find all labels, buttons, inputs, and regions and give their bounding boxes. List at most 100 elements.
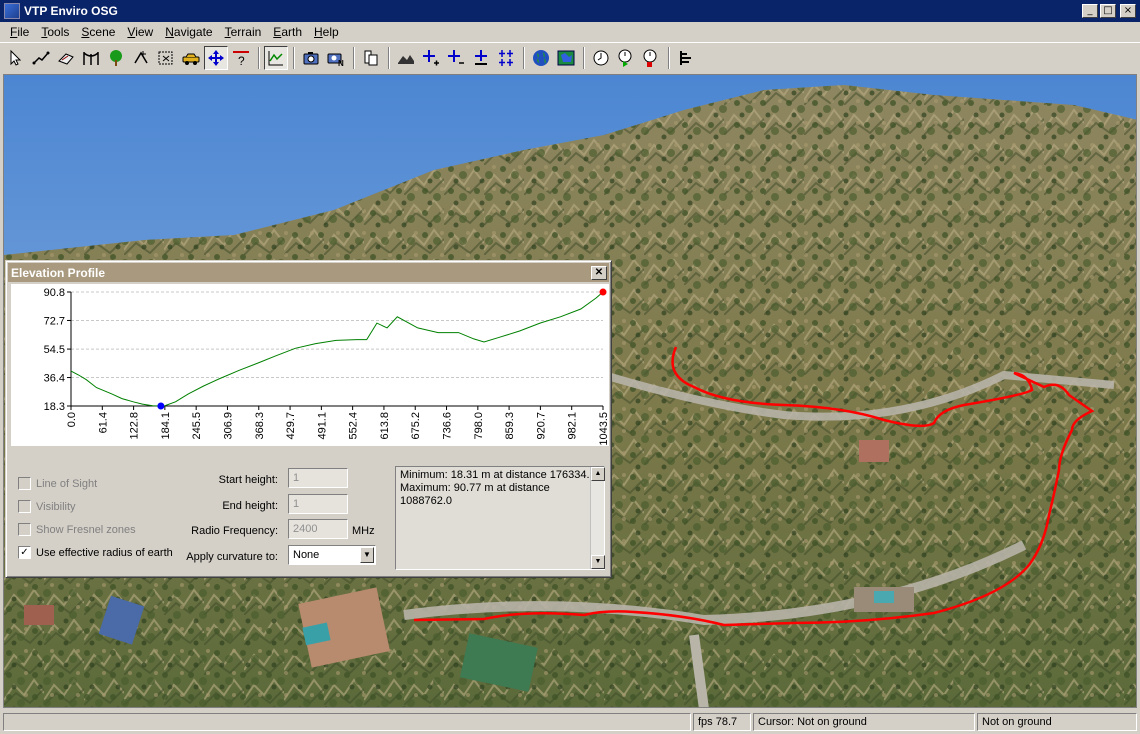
fence-icon[interactable] bbox=[54, 46, 78, 70]
menu-file[interactable]: File bbox=[4, 25, 35, 39]
app-icon bbox=[4, 3, 20, 19]
result-line-3: 1088762.0 bbox=[400, 495, 452, 507]
dialog-close-button[interactable]: ✕ bbox=[591, 265, 607, 280]
options-icon[interactable] bbox=[674, 46, 698, 70]
max-marker bbox=[599, 288, 607, 296]
chevron-down-icon[interactable]: ▼ bbox=[360, 547, 374, 563]
select-arrow-icon[interactable] bbox=[4, 46, 28, 70]
line-of-sight-option[interactable]: Line of Sight bbox=[18, 477, 97, 490]
menu-earth[interactable]: Earth bbox=[267, 25, 308, 39]
earth-radius-label: Use effective radius of earth bbox=[36, 546, 173, 559]
curvature-label: Apply curvature to: bbox=[186, 551, 278, 563]
elevation-profile-icon[interactable] bbox=[264, 45, 288, 70]
x-tick-label: 184.1 bbox=[160, 412, 172, 440]
fresnel-checkbox[interactable] bbox=[18, 523, 31, 536]
y-tick-label: 54.5 bbox=[44, 344, 65, 356]
zoom-in-icon[interactable] bbox=[419, 46, 443, 70]
elevation-profile-dialog: Elevation Profile ✕ 18.3 36.4 54.5 72.7 90.8… bbox=[5, 260, 612, 578]
status-bar: fps 78.7 Cursor: Not on ground Not on gr… bbox=[0, 711, 1140, 734]
menu-scene[interactable]: Scene bbox=[75, 25, 121, 39]
curvature-value: None bbox=[293, 549, 320, 561]
select-box-icon[interactable] bbox=[154, 46, 178, 70]
move-icon[interactable] bbox=[204, 45, 228, 70]
earth-radius-option[interactable]: ✓ Use effective radius of earth bbox=[18, 546, 173, 559]
end-height-field[interactable]: 1 bbox=[288, 494, 348, 514]
dialog-title: Elevation Profile bbox=[11, 265, 106, 280]
visibility-label: Visibility bbox=[36, 500, 76, 513]
menu-view[interactable]: View bbox=[121, 25, 159, 39]
line-of-sight-checkbox[interactable] bbox=[18, 477, 31, 490]
line-of-sight-label: Line of Sight bbox=[36, 477, 98, 490]
x-tick-label: 675.2 bbox=[410, 412, 422, 440]
route-icon[interactable] bbox=[79, 46, 103, 70]
zoom-out-icon[interactable] bbox=[444, 46, 468, 70]
status-cursor: Cursor: Not on ground bbox=[753, 713, 975, 731]
svg-text:N: N bbox=[338, 59, 344, 67]
x-tick-label: 552.4 bbox=[348, 412, 360, 440]
results-textbox[interactable]: Minimum: 18.31 m at distance 176334.3 Ma… bbox=[395, 466, 605, 570]
instance-icon[interactable]: ? bbox=[229, 46, 253, 70]
scroll-down-icon[interactable]: ▼ bbox=[591, 555, 605, 569]
x-tick-label: 61.4 bbox=[97, 412, 109, 433]
add-point-icon[interactable] bbox=[129, 46, 153, 70]
plant-tree-icon[interactable] bbox=[104, 46, 128, 70]
y-tick-label: 36.4 bbox=[44, 373, 65, 385]
menu-navigate[interactable]: Navigate bbox=[159, 25, 218, 39]
measure-distance-icon[interactable] bbox=[29, 46, 53, 70]
time-stop-icon[interactable] bbox=[639, 46, 663, 70]
x-tick-label: 306.9 bbox=[222, 412, 234, 440]
status-fps: fps 78.7 bbox=[693, 713, 751, 731]
snapshot-icon[interactable] bbox=[299, 46, 323, 70]
center-icon[interactable] bbox=[469, 46, 493, 70]
start-height-field[interactable]: 1 bbox=[288, 468, 348, 488]
minimize-button[interactable]: _ bbox=[1082, 4, 1098, 18]
toolbar: ? N bbox=[0, 42, 1140, 72]
x-tick-label: 245.5 bbox=[191, 412, 203, 440]
x-tick-label: 122.8 bbox=[129, 412, 141, 440]
x-tick-label: 982.1 bbox=[567, 412, 579, 440]
x-tick-label: 0.0 bbox=[66, 412, 78, 427]
menu-tools[interactable]: Tools bbox=[35, 25, 75, 39]
spread-icon[interactable] bbox=[494, 46, 518, 70]
terrain-flat-icon[interactable] bbox=[394, 46, 418, 70]
fresnel-option[interactable]: Show Fresnel zones bbox=[18, 523, 136, 536]
layers-icon[interactable] bbox=[359, 46, 383, 70]
visibility-option[interactable]: Visibility bbox=[18, 500, 76, 513]
x-tick-label: 798.0 bbox=[473, 412, 485, 440]
menu-help[interactable]: Help bbox=[308, 25, 345, 39]
earth-radius-checkbox[interactable]: ✓ bbox=[18, 546, 31, 559]
svg-text:?: ? bbox=[238, 54, 245, 67]
curvature-select[interactable]: None ▼ bbox=[288, 545, 376, 565]
window-title: VTP Enviro OSG bbox=[24, 4, 118, 18]
status-main bbox=[3, 713, 691, 731]
menu-terrain[interactable]: Terrain bbox=[219, 25, 268, 39]
y-tick-label: 18.3 bbox=[44, 401, 65, 413]
result-line-1: Minimum: 18.31 m at distance 176334.3 bbox=[400, 469, 596, 481]
x-tick-label: 920.7 bbox=[535, 412, 547, 440]
snapshot-numbered-icon[interactable]: N bbox=[324, 46, 348, 70]
globe-icon[interactable] bbox=[529, 46, 553, 70]
x-tick-label: 429.7 bbox=[285, 412, 297, 440]
start-height-label: Start height: bbox=[218, 474, 278, 486]
time-play-icon[interactable] bbox=[614, 46, 638, 70]
min-marker bbox=[157, 402, 165, 410]
x-tick-label: 613.8 bbox=[379, 412, 391, 440]
result-line-2: Maximum: 90.77 m at distance bbox=[400, 482, 550, 494]
vehicle-icon[interactable] bbox=[179, 46, 203, 70]
x-tick-label: 1043.5 bbox=[598, 412, 609, 446]
x-tick-label: 859.3 bbox=[504, 412, 516, 440]
y-tick-label: 72.7 bbox=[44, 315, 65, 327]
results-scrollbar[interactable]: ▲ ▼ bbox=[590, 467, 605, 569]
elevation-chart[interactable]: 18.3 36.4 54.5 72.7 90.8 0.0 61.4 122.8 184.1 245… bbox=[11, 284, 610, 446]
radio-frequency-unit: MHz bbox=[352, 525, 375, 537]
close-button[interactable]: × bbox=[1120, 4, 1136, 18]
scroll-up-icon[interactable]: ▲ bbox=[591, 467, 605, 481]
visibility-checkbox[interactable] bbox=[18, 500, 31, 513]
status-ground: Not on ground bbox=[977, 713, 1137, 731]
fresnel-label: Show Fresnel zones bbox=[36, 523, 136, 536]
dialog-title-bar[interactable]: Elevation Profile ✕ bbox=[8, 263, 609, 282]
map-icon[interactable] bbox=[554, 46, 578, 70]
time-icon[interactable] bbox=[589, 46, 613, 70]
radio-frequency-field[interactable]: 2400 bbox=[288, 519, 348, 539]
maximize-button[interactable]: □ bbox=[1100, 4, 1116, 18]
